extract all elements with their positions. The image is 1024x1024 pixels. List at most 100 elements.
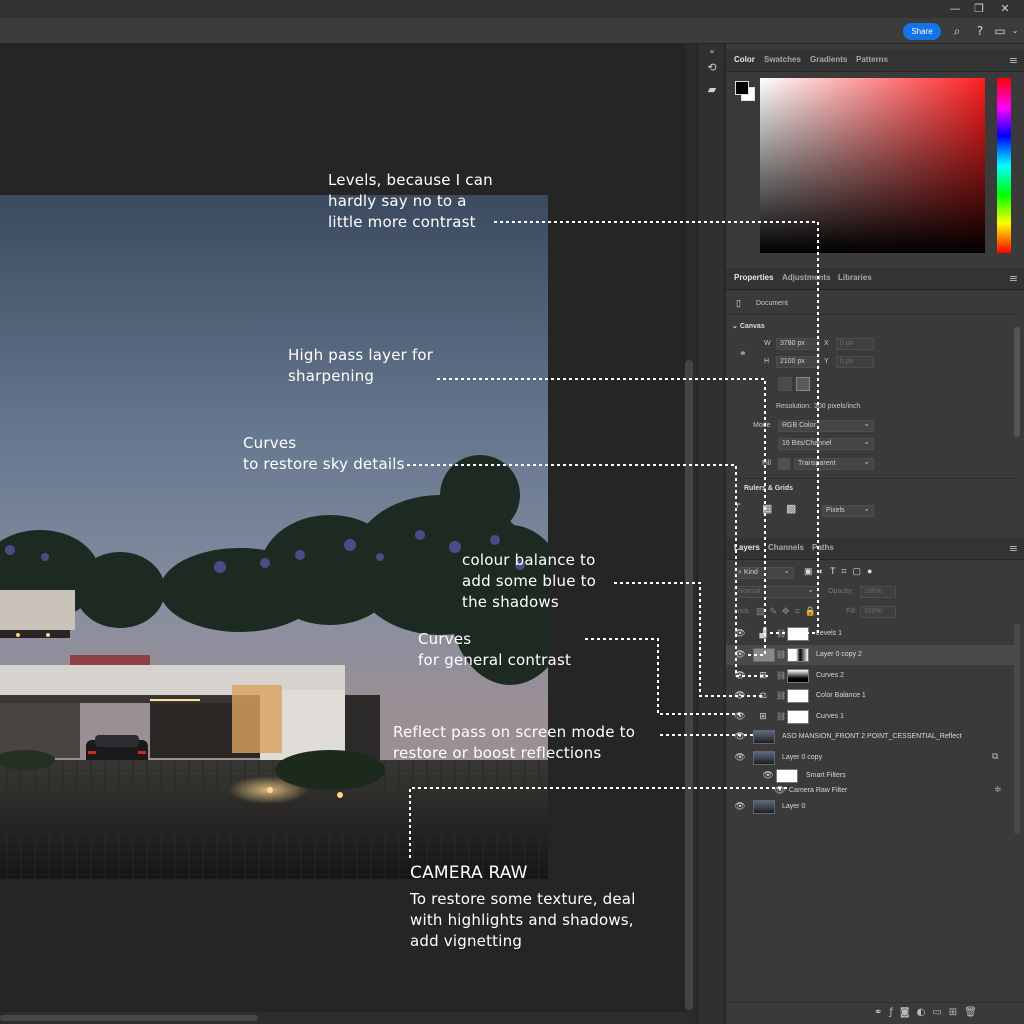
tab-color[interactable]: Color [734,55,755,64]
visibility-eye-icon[interactable]: 👁 [734,670,746,682]
workspace-chevron-icon[interactable]: ⌄ [1007,22,1023,40]
annotation-line: hardly say no to a [328,192,467,210]
annotation-highpass: High pass layer for sharpening [288,345,433,387]
fill-select[interactable]: Transparent [794,458,874,470]
fill-label: Fill [762,460,771,467]
options-bar [0,18,1024,44]
layer-row-layer-0-copy-2[interactable]: 👁 ⛓ Layer 0 copy 2 [726,645,1016,665]
color-panel-menu-icon[interactable]: ≡ [1009,54,1018,67]
close-button[interactable]: ✕ [994,1,1016,17]
height-label: H [764,358,770,365]
fill-swatch[interactable] [778,458,790,470]
tab-properties[interactable]: Properties [734,273,774,282]
visibility-eye-icon[interactable]: 👁 [734,649,746,661]
canvas-section-title: Canvas [739,323,765,330]
y-field[interactable]: 0 px [836,356,874,368]
layer-row-levels-1[interactable]: 👁 ▟ ⛓ Levels 1 [726,624,1016,644]
layer-mask-thumbnail[interactable] [787,710,809,724]
tab-paths[interactable]: Paths [812,543,834,552]
layer-filter-select[interactable]: ⌕ Kind [734,567,794,579]
link-icon[interactable]: ⚭ [739,348,747,359]
layer-action-icons[interactable]: ⚭ƒ◙◐▭⊞🗑 [874,1007,984,1018]
visibility-eye-icon[interactable]: 👁 [734,801,746,813]
photoshop-window: — ❐ ✕ Share ⌕ ? ▭ ⌄ « ⟲ ▰ Color Swatches… [0,0,1024,1024]
layer-row-color-balance-1[interactable]: 👁 ⚖ ⛓ Color Balance 1 [726,686,1016,706]
layer-filter-icons[interactable]: ▣◐T⌗▢● [804,566,878,577]
layer-row-reflect-pass[interactable]: 👁 ASO MANSION_FRONT 2 POINT_CESSENTIAL_R… [726,727,1016,747]
layer-mask-thumbnail[interactable] [787,648,809,662]
foreground-color-swatch[interactable] [735,81,749,95]
annotation-line: add some blue to [462,572,597,590]
visibility-eye-icon[interactable]: 👁 [734,690,746,702]
canvas-vertical-scrollbar[interactable] [685,360,693,1010]
layer-row-layer-0[interactable]: 👁 Layer 0 [726,797,1016,817]
height-field[interactable]: 2100 px [776,356,820,368]
layer-name: Levels 1 [816,630,843,637]
restore-button[interactable]: ❐ [968,1,990,17]
workspace-icon[interactable]: ▭ [992,22,1008,40]
tab-channels[interactable]: Channels [768,543,804,552]
opacity-field[interactable]: 100% [860,586,896,598]
tab-layers[interactable]: Layers [734,543,760,552]
tab-adjustments[interactable]: Adjustments [782,273,830,282]
layers-panel-menu-icon[interactable]: ≡ [1009,542,1018,555]
link-icon: ⛓ [776,629,787,638]
share-button[interactable]: Share [903,23,941,40]
scrollbar-thumb[interactable] [0,1015,258,1021]
grid-icon[interactable]: ▦ [762,502,772,515]
layer-name: ASO MANSION_FRONT 2 POINT_CESSENTIAL_Ref… [782,733,962,740]
layers-scrollbar[interactable] [1014,624,1020,834]
rulers-grids-header[interactable]: Rulers & Grids [744,485,793,492]
mode-select[interactable]: RGB Color [778,420,874,432]
blend-mode-select[interactable]: Normal [734,586,818,598]
filter-kind: Kind [743,569,758,576]
portrait-orientation-icon[interactable] [778,377,792,391]
layer-mask-thumbnail[interactable] [787,689,809,703]
units-select[interactable]: Pixels [822,505,874,517]
ruler-icon[interactable]: ⌜ [736,502,741,515]
tab-swatches[interactable]: Swatches [764,55,801,64]
layer-row-curves-1[interactable]: 👁 ⊞ ⛓ Curves 1 [726,707,1016,727]
tab-libraries[interactable]: Libraries [838,273,872,282]
comments-icon[interactable]: ▰ [703,82,721,98]
minimize-button[interactable]: — [944,1,966,17]
landscape-orientation-icon[interactable] [796,377,810,391]
visibility-eye-icon[interactable]: 👁 [774,785,786,797]
collapse-panels-icon[interactable]: « [703,44,721,60]
highpass-thumbnail [753,648,775,662]
properties-panel-menu-icon[interactable]: ≡ [1009,272,1018,285]
layer-row-curves-2[interactable]: 👁 ⊞ ⛓ Curves 2 [726,666,1016,686]
x-field[interactable]: 0 px [836,338,874,350]
layer-name: Curves 2 [816,672,845,679]
document-image [0,195,548,879]
visibility-eye-icon[interactable]: 👁 [734,628,746,640]
filter-options-icon[interactable]: ≑ [994,785,1002,795]
tab-gradients[interactable]: Gradients [810,55,847,64]
layer-mask-thumbnail[interactable] [787,669,809,683]
history-icon[interactable]: ⟲ [703,60,721,76]
fill-opacity-label: Fill: [846,608,857,615]
hue-slider[interactable] [997,78,1011,253]
properties-scrollbar[interactable] [1014,327,1020,437]
layer-row-layer-0-copy[interactable]: 👁 Layer 0 copy ⧉ [726,748,1016,768]
canvas-horizontal-scrollbar[interactable] [0,1012,686,1024]
visibility-eye-icon[interactable]: 👁 [734,752,746,764]
guides-icon[interactable]: ▩ [786,502,796,515]
tab-patterns[interactable]: Patterns [856,55,888,64]
search-icon[interactable]: ⌕ [949,22,965,40]
canvas-section-header[interactable]: ⌄ Canvas [732,322,765,330]
layer-mask-thumbnail[interactable] [787,627,809,641]
lock-icons[interactable]: ▨✎✥⌗🔒 [756,606,821,617]
visibility-eye-icon[interactable]: 👁 [734,731,746,743]
help-icon[interactable]: ? [972,22,988,40]
panel-icon-strip: « ⟲ ▰ [697,44,725,1024]
layer-thumbnail [753,800,775,814]
annotation-line: add vignetting [410,932,523,950]
layers-panel-tabs: Layers Channels Paths ≡ [726,538,1024,560]
divider [726,314,1016,315]
visibility-eye-icon[interactable]: 👁 [734,711,746,723]
bit-depth-select[interactable]: 16 Bits/Channel [778,438,874,450]
fill-opacity-field[interactable]: 100% [860,606,896,618]
width-field[interactable]: 3780 px [776,338,820,350]
color-picker-field[interactable] [760,78,985,253]
